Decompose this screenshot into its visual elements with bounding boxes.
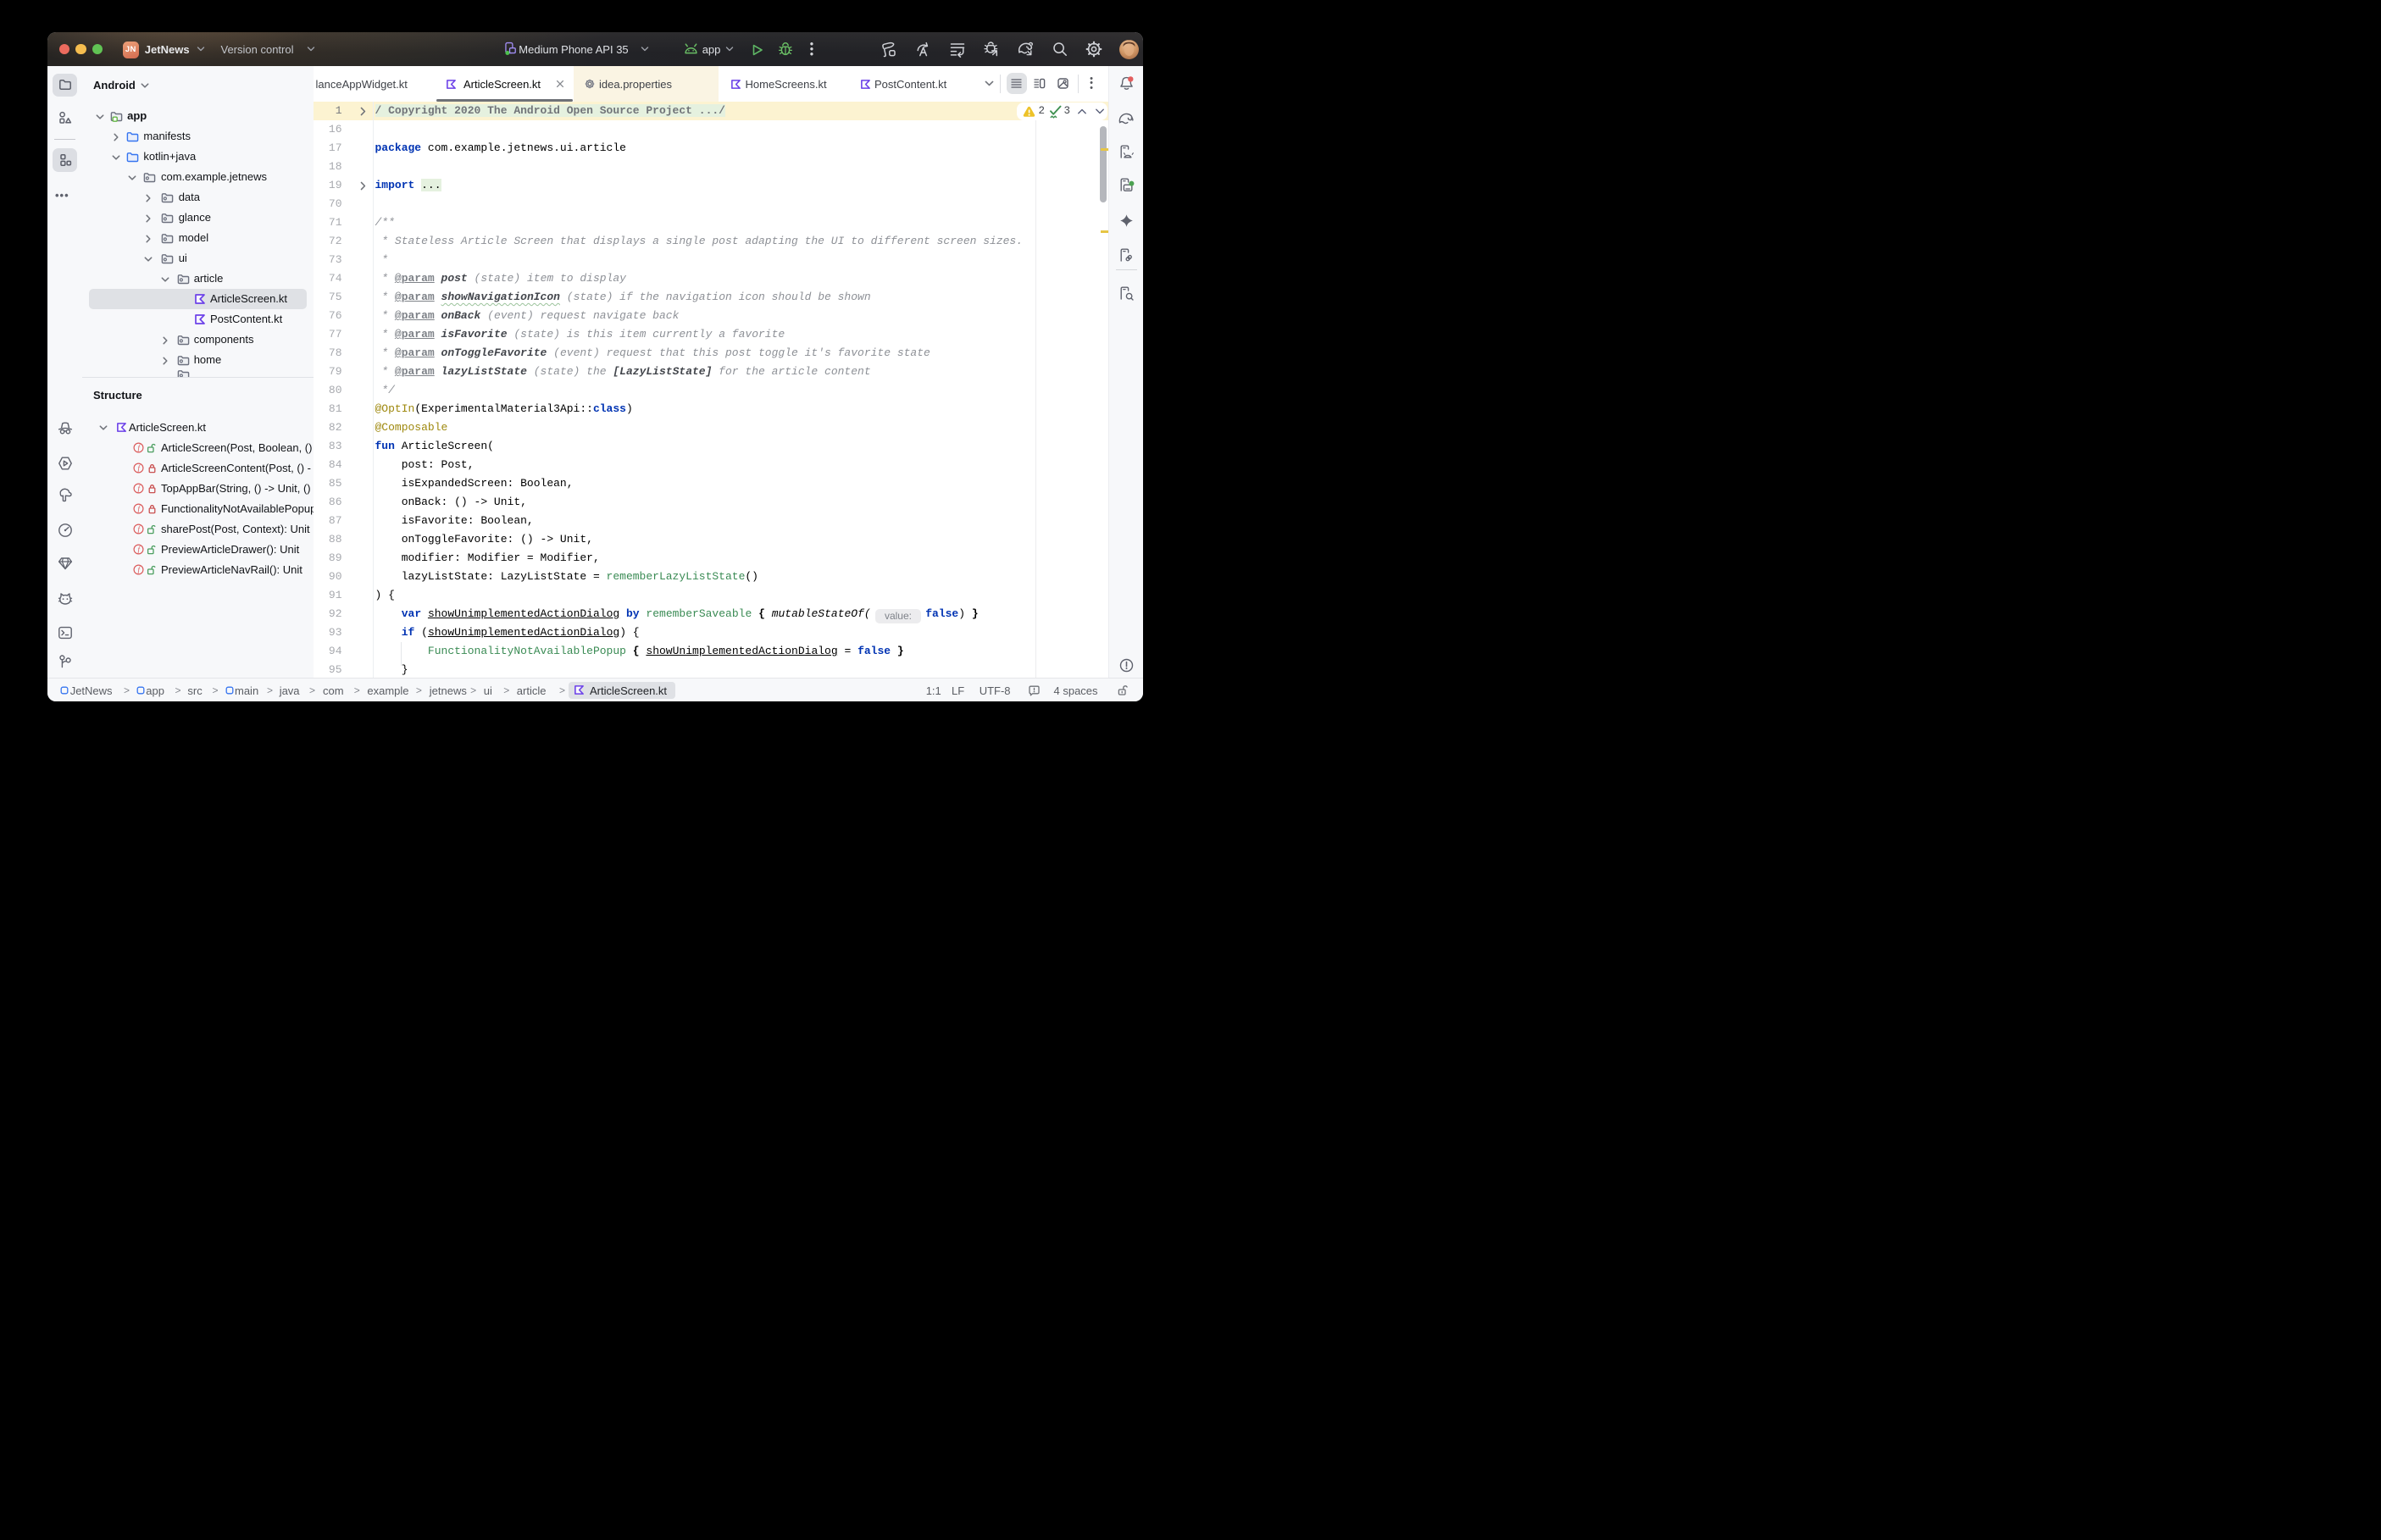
svg-text:f: f: [137, 444, 141, 452]
svg-text:f: f: [137, 505, 141, 513]
svg-text:f: f: [137, 546, 141, 554]
svg-text:f: f: [137, 525, 141, 534]
svg-text:f: f: [137, 566, 141, 574]
svg-text:f: f: [137, 464, 141, 473]
svg-text:f: f: [137, 485, 141, 493]
